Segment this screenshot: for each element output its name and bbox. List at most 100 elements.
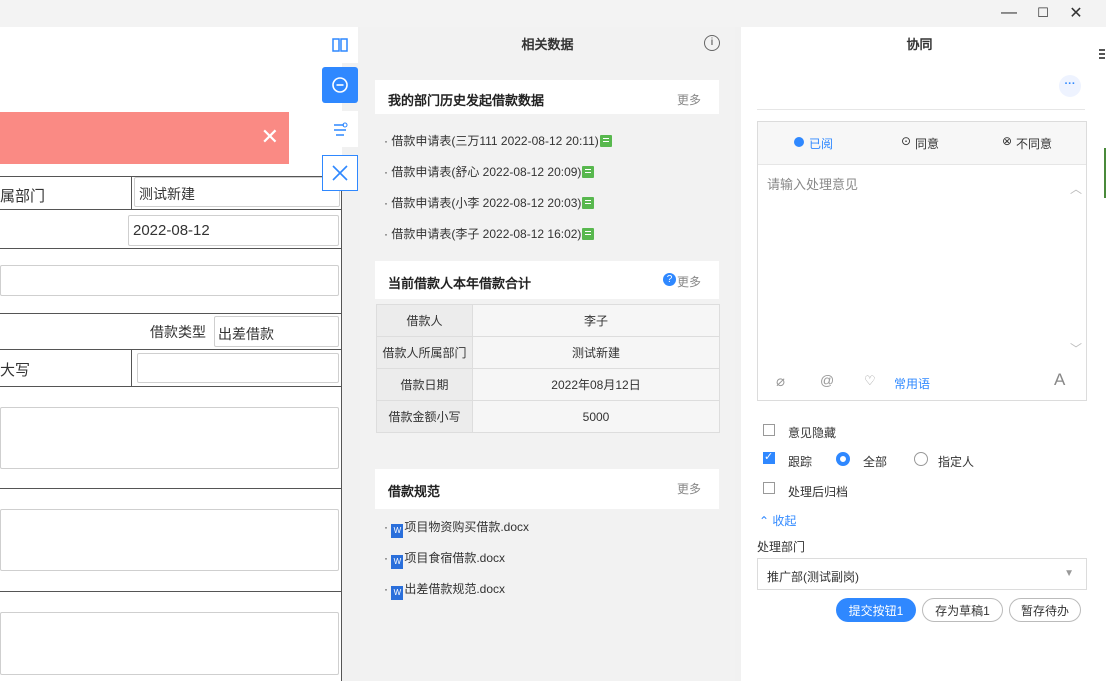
table-row: 借款日期 2022年08月12日 <box>376 368 720 401</box>
form-divider <box>131 176 132 209</box>
file-item[interactable]: · W 项目食宿借款.docx <box>384 549 505 569</box>
file-item[interactable]: · W 出差借款规范.docx <box>384 580 505 600</box>
textarea-field[interactable] <box>0 407 339 469</box>
more-link[interactable]: 更多 <box>677 91 701 108</box>
archive-checkbox[interactable] <box>763 482 775 494</box>
close-window-button[interactable]: ✕ <box>1062 2 1090 24</box>
dept-label: 处理部门 <box>757 540 806 554</box>
scroll-up-icon[interactable]: ︿ <box>1070 180 1082 197</box>
flow-icon[interactable] <box>322 111 358 147</box>
textarea-field[interactable] <box>0 612 339 675</box>
table-row: 借款人 李子 <box>376 304 720 337</box>
more-options-button[interactable]: ··· <box>1059 75 1081 97</box>
dept-field[interactable]: 测试新建 <box>134 177 340 207</box>
dept-label: 属部门 <box>0 188 46 205</box>
panel-title: 协同 <box>906 37 933 52</box>
minimize-button[interactable]: — <box>995 2 1023 24</box>
tab-agree[interactable]: 同意 <box>915 135 939 152</box>
history-item[interactable]: · 借款申请表(三万111 2022-08-12 20:11) <box>384 132 612 149</box>
word-icon: W <box>391 586 404 600</box>
form-divider <box>0 488 342 489</box>
dept-select[interactable]: 推广部(测试副岗) ▼ <box>757 558 1087 590</box>
tab-disagree[interactable]: 不同意 <box>1016 135 1052 152</box>
menu-icon[interactable] <box>1099 49 1105 51</box>
collapse-link[interactable]: ⌃ 收起 <box>759 512 796 529</box>
related-data-panel: 相关数据 i 我的部门历史发起借款数据 更多 · 借款申请表(三万111 202… <box>360 27 735 681</box>
track-person-radio[interactable] <box>914 452 928 466</box>
amount-field[interactable] <box>137 353 339 383</box>
agree-icon: ⊙ <box>901 134 912 148</box>
history-item[interactable]: · 借款申请表(舒心 2022-08-12 20:09) <box>384 163 595 180</box>
text-field[interactable] <box>0 265 339 296</box>
doc-icon <box>582 197 595 209</box>
more-link[interactable]: 更多 <box>677 480 701 497</box>
file-item[interactable]: · W 项目物资购买借款.docx <box>384 518 529 538</box>
history-item[interactable]: · 借款申请表(李子 2022-08-12 16:02) <box>384 225 595 242</box>
table-row: 借款金额小写 5000 <box>376 400 720 433</box>
section-title: 借款规范 <box>388 484 441 499</box>
help-icon[interactable]: ? <box>663 273 676 286</box>
loan-summary-table: 借款人 李子 借款人所属部门 测试新建 借款日期 2022年08月12日 借款金额小写… <box>376 304 720 433</box>
read-icon <box>794 137 804 147</box>
track-person-label: 指定人 <box>938 455 975 469</box>
info-icon[interactable]: i <box>704 35 720 51</box>
archive-label: 处理后归档 <box>788 485 849 499</box>
track-label: 跟踪 <box>788 455 813 469</box>
form-divider <box>0 591 342 592</box>
doc-icon <box>582 166 595 178</box>
form-divider <box>0 349 342 350</box>
history-item[interactable]: · 借款申请表(小李 2022-08-12 20:03) <box>384 194 595 211</box>
panel-title: 相关数据 <box>521 37 574 52</box>
common-phrases-link[interactable]: 常用语 <box>894 375 930 392</box>
loan-type-label: 借款类型 <box>150 324 206 340</box>
edge-strip <box>1098 27 1106 681</box>
window-titlebar: — ☐ ✕ <box>0 0 1106 27</box>
loan-total-card-header: 当前借款人本年借款合计 ? 更多 <box>375 261 719 299</box>
banner-close-icon[interactable]: ✕ <box>261 124 279 150</box>
form-divider <box>341 164 342 681</box>
history-card-header: 我的部门历史发起借款数据 更多 <box>375 80 719 114</box>
loan-type-field[interactable]: 出差借款 <box>214 316 339 347</box>
textarea-field[interactable] <box>0 509 339 571</box>
attachment-icon[interactable]: ⌀ <box>776 372 785 390</box>
opinion-box: 已阅 ⊙ 同意 ⊗ 不同意 请输入处理意见 ︿ ﹀ ⌀ @ ♡ 常用语 A <box>757 121 1087 401</box>
link-icon[interactable] <box>322 67 358 103</box>
submit-button[interactable]: 提交按钮1 <box>836 598 916 622</box>
maximize-button[interactable]: ☐ <box>1029 2 1057 24</box>
doc-icon <box>599 135 612 147</box>
hold-pending-button[interactable]: 暂存待办 <box>1009 598 1081 622</box>
mention-icon[interactable]: @ <box>820 372 834 388</box>
track-checkbox[interactable] <box>763 450 775 464</box>
date-field[interactable]: 2022-08-12 <box>128 215 339 246</box>
track-all-label: 全部 <box>863 455 888 469</box>
close-panel-icon[interactable] <box>322 155 358 191</box>
word-icon: W <box>391 524 404 538</box>
table-row: 借款人所属部门 测试新建 <box>376 336 720 369</box>
section-title: 当前借款人本年借款合计 <box>388 276 532 291</box>
loan-rules-card-header: 借款规范 更多 <box>375 469 719 509</box>
form-divider <box>0 209 342 210</box>
more-link[interactable]: 更多 <box>677 273 701 290</box>
book-icon[interactable] <box>322 27 358 63</box>
scroll-down-icon[interactable]: ﹀ <box>1070 340 1082 357</box>
tab-read[interactable]: 已阅 <box>809 135 833 152</box>
form-divider <box>0 313 342 314</box>
hide-opinion-label: 意见隐藏 <box>788 426 837 440</box>
form-divider <box>0 386 342 387</box>
form-divider <box>0 248 342 249</box>
thumbs-up-icon[interactable]: ♡ <box>864 373 876 389</box>
doc-icon <box>582 228 595 240</box>
alert-banner: ✕ <box>0 112 289 164</box>
chevron-down-icon: ▼ <box>1064 568 1074 579</box>
section-title: 我的部门历史发起借款数据 <box>388 93 545 108</box>
hide-opinion-checkbox[interactable] <box>763 424 775 436</box>
form-divider <box>131 349 132 386</box>
word-icon: W <box>391 555 404 569</box>
disagree-icon: ⊗ <box>1002 134 1013 148</box>
save-draft-button[interactable]: 存为草稿1 <box>922 598 1003 622</box>
font-format-button[interactable]: A <box>1054 370 1065 390</box>
track-all-radio[interactable] <box>836 452 850 466</box>
amount-label: 大写 <box>0 362 31 379</box>
collaboration-panel: 协同 ··· 已阅 ⊙ 同意 ⊗ 不同意 请输入处理意见 ︿ ﹀ ⌀ @ ♡ 常… <box>741 27 1098 681</box>
opinion-textarea[interactable]: 请输入处理意见 <box>759 165 1065 357</box>
